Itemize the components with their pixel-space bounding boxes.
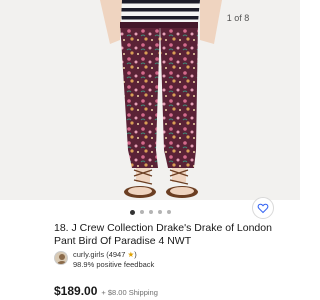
avatar (54, 251, 68, 265)
image-counter: 1 of 8 (226, 13, 250, 23)
seller-feedback: 98.9% positive feedback (73, 260, 155, 269)
seller-name-line: curly.girls (4947 ★) (73, 250, 154, 260)
shipping-cost: + $8.00 Shipping (101, 288, 158, 297)
seller-feedback-count: 4947 (108, 250, 126, 259)
seller-info[interactable]: curly.girls (4947 ★) 98.9% positive feed… (54, 250, 284, 274)
image-pagination (0, 208, 300, 216)
price: $189.00 (54, 284, 98, 298)
pagination-dot[interactable] (166, 210, 171, 214)
seller-name: curly.girls ( (73, 250, 109, 259)
pagination-dot[interactable] (148, 210, 153, 214)
pagination-dot[interactable] (139, 210, 144, 214)
pagination-dot[interactable] (157, 210, 162, 214)
price-row: $189.00 + $8.00 Shipping (54, 284, 294, 298)
product-photo (100, 0, 222, 198)
seller-name-suffix: ) (134, 250, 137, 259)
listing-title[interactable]: 18. J Crew Collection Drake's Drake of L… (54, 222, 284, 248)
pagination-dot[interactable] (129, 209, 135, 215)
product-image[interactable]: 1 of 8 (0, 0, 300, 200)
